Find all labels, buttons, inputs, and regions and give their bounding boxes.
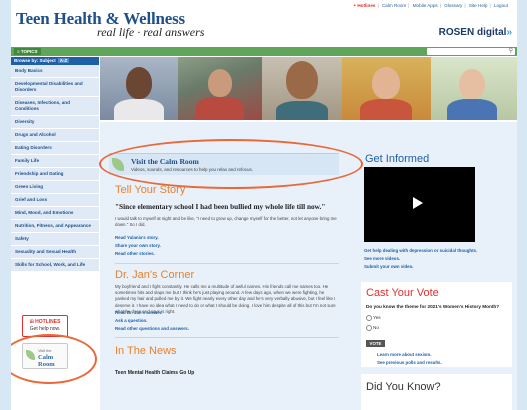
mobile-apps-link[interactable]: Mobile Apps bbox=[413, 3, 438, 8]
poll-option-yes[interactable]: Yes bbox=[366, 315, 381, 321]
sidebar-item[interactable]: Nutrition, Fitness, and Appearance bbox=[11, 220, 99, 233]
submit-video-link[interactable]: Submit your own video. bbox=[364, 264, 414, 269]
rosen-digital-logo[interactable]: ROSEN digital» bbox=[439, 27, 512, 38]
sidebar-item[interactable]: Drugs and Alcohol bbox=[11, 129, 99, 142]
sidebar-item[interactable]: Diseases, Infections, and Conditions bbox=[11, 97, 99, 116]
learn-more-link[interactable]: Learn more about sexism. bbox=[377, 352, 431, 357]
topics-menu-button[interactable]: ≡ TOPICS bbox=[14, 48, 41, 55]
sidebar-item[interactable]: Body Basics bbox=[11, 65, 99, 78]
sidebar-item[interactable]: Friendship and Dating bbox=[11, 168, 99, 181]
utility-links: + Hotlines | Calm Room | Mobile Apps | Glos… bbox=[353, 3, 508, 8]
sidebar-item[interactable]: Sexuality and Sexual Health bbox=[11, 246, 99, 259]
photo-banner bbox=[100, 57, 517, 120]
browse-by-bar: Browse by: Subject A-Z bbox=[11, 57, 99, 65]
did-you-know-title: Did You Know? bbox=[366, 381, 441, 393]
previous-polls-link[interactable]: See previous polls and results. bbox=[377, 360, 442, 365]
hotlines-button[interactable]: ⊞ HOTLINES Get help now. bbox=[22, 315, 68, 337]
sidebar-item[interactable]: Eating Disorders bbox=[11, 142, 99, 155]
hotlines-link[interactable]: + Hotlines bbox=[353, 3, 375, 8]
radio-button[interactable] bbox=[366, 315, 372, 321]
news-headline[interactable]: Teen Mental Health Claims Go Up bbox=[115, 370, 194, 376]
sidebar-item[interactable]: Mind, Mood, and Emotions bbox=[11, 207, 99, 220]
calm-room-button-label: Calm Room bbox=[38, 354, 55, 368]
calm-banner-title[interactable]: Visit the Calm Room bbox=[131, 157, 199, 166]
teen-photo bbox=[100, 57, 178, 120]
read-other-qa-link[interactable]: Read other questions and answers. bbox=[115, 326, 189, 333]
calm-room-button[interactable]: Visit the Calm Room bbox=[22, 343, 68, 369]
vote-button[interactable]: VOTE bbox=[366, 340, 385, 347]
teen-photo bbox=[178, 57, 262, 120]
poll-option-no[interactable]: No bbox=[366, 325, 379, 331]
divider bbox=[115, 337, 339, 338]
story-quote: "Since elementary school I had been bull… bbox=[115, 202, 326, 211]
leaf-icon bbox=[26, 350, 35, 360]
story-heading: Tell Your Story bbox=[115, 184, 186, 196]
ask-question-link[interactable]: Ask a question. bbox=[115, 318, 147, 325]
page: Teen Health & Wellness real life · real … bbox=[11, 0, 517, 410]
site-header: Teen Health & Wellness real life · real … bbox=[11, 0, 517, 46]
divider bbox=[115, 263, 339, 264]
poll-question: Do you know the theme for 2021's Women's… bbox=[366, 304, 500, 309]
sidebar-item[interactable]: Developmental Disabilities and Disorders bbox=[11, 78, 99, 97]
right-column: Get Informed Get help dealing with depre… bbox=[354, 122, 517, 410]
calm-room-link[interactable]: Calm Room bbox=[382, 3, 406, 8]
poll-box: Cast Your Vote Do you know the theme for… bbox=[361, 282, 512, 367]
nav-bar: ≡ TOPICS ⚲ bbox=[11, 47, 517, 56]
sidebar-item[interactable]: Safety bbox=[11, 233, 99, 246]
sidebar-item[interactable]: Diversity bbox=[11, 116, 99, 129]
sidebar: Browse by: Subject A-Z Body Basics Develo… bbox=[11, 57, 99, 410]
get-informed-heading: Get Informed bbox=[365, 153, 430, 165]
site-logo-tagline: real life · real answers bbox=[97, 25, 205, 39]
calm-room-button-small: Visit the bbox=[38, 349, 52, 353]
teen-photo bbox=[262, 57, 342, 120]
see-more-videos-link[interactable]: See more videos. bbox=[364, 256, 400, 261]
video-player[interactable] bbox=[364, 167, 475, 242]
logout-link[interactable]: Logout bbox=[494, 3, 508, 8]
search-icon[interactable]: ⚲ bbox=[509, 47, 513, 54]
sidebar-item[interactable]: Grief and Loss bbox=[11, 194, 99, 207]
sidebar-item[interactable]: Family Life bbox=[11, 155, 99, 168]
corner-heading: Dr. Jan's Corner bbox=[115, 269, 195, 281]
read-answer-link[interactable]: Read Dr. Jan's answer. bbox=[115, 310, 162, 317]
read-story-link[interactable]: Read Yulania's story. bbox=[115, 235, 159, 242]
leaf-icon bbox=[112, 158, 124, 171]
hotlines-subtitle: Get help now. bbox=[29, 326, 61, 332]
radio-button[interactable] bbox=[366, 325, 372, 331]
hotlines-title: ⊞ HOTLINES bbox=[29, 319, 61, 325]
play-icon[interactable] bbox=[413, 197, 423, 209]
sidebar-item[interactable]: Green Living bbox=[11, 181, 99, 194]
site-help-link[interactable]: Site Help bbox=[469, 3, 488, 8]
main-content: Visit the Calm Room Videos, sounds, and … bbox=[100, 122, 354, 410]
video-help-link[interactable]: Get help dealing with depression or suic… bbox=[364, 248, 477, 253]
sidebar-item[interactable]: Skills for School, Work, and Life bbox=[11, 259, 99, 272]
calm-room-banner[interactable]: Visit the Calm Room Videos, sounds, and … bbox=[109, 153, 339, 175]
story-body: I would talk to myself at night and be l… bbox=[115, 216, 337, 228]
did-you-know-box: Did You Know? bbox=[361, 374, 512, 410]
read-other-stories-link[interactable]: Read other stories. bbox=[115, 251, 155, 258]
glossary-link[interactable]: Glossary bbox=[444, 3, 462, 8]
share-story-link[interactable]: Share your own story. bbox=[115, 243, 161, 250]
news-heading: In The News bbox=[115, 345, 177, 357]
calm-banner-subtitle: Videos, sounds, and resources to help yo… bbox=[131, 167, 253, 172]
search-input[interactable]: ⚲ bbox=[427, 48, 515, 55]
teen-photo bbox=[431, 57, 517, 120]
teen-photo bbox=[342, 57, 431, 120]
browse-subject-tab[interactable]: Browse by: Subject bbox=[14, 58, 56, 63]
poll-title: Cast Your Vote bbox=[366, 287, 439, 299]
browse-az-tab[interactable]: A-Z bbox=[57, 58, 70, 63]
